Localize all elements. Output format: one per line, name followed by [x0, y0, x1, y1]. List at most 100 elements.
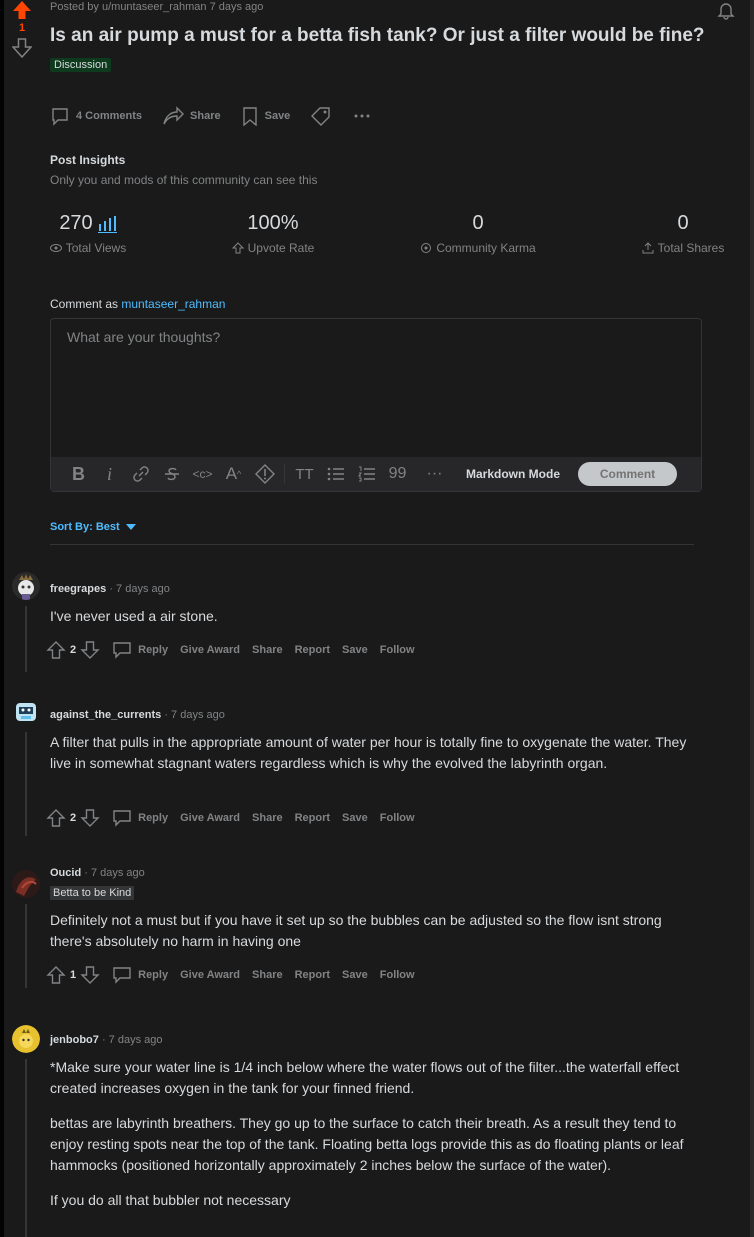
avatar[interactable] — [12, 572, 40, 600]
upvote-icon[interactable] — [46, 808, 66, 828]
bell-icon[interactable] — [716, 0, 736, 20]
vote-count: 2 — [70, 812, 77, 824]
post-actions: 4 Comments Share Save — [50, 106, 372, 126]
comment-time[interactable]: · 7 days ago — [164, 709, 225, 721]
sort-divider — [50, 544, 694, 545]
comment-username[interactable]: jenbobo7 — [50, 1034, 99, 1046]
save-button[interactable]: Save — [241, 106, 290, 126]
avatar[interactable] — [12, 1025, 40, 1053]
save-label: Save — [342, 644, 368, 656]
share-label: Share — [252, 644, 283, 656]
thread-line[interactable] — [25, 606, 27, 672]
stat-label: Total Shares — [657, 241, 725, 255]
give-award-button[interactable]: Give Award — [180, 812, 240, 824]
downvote-icon[interactable] — [80, 808, 100, 828]
comment-username[interactable]: against_the_currents — [50, 709, 161, 721]
reply-button[interactable]: Reply — [112, 966, 168, 984]
comment-header: jenbobo7 · 7 days ago — [50, 1034, 163, 1046]
reply-button[interactable]: Reply — [112, 809, 168, 827]
thread-line[interactable] — [25, 732, 27, 836]
comment-as-username[interactable]: muntaseer_rahman — [121, 297, 225, 311]
follow-button[interactable]: Follow — [380, 969, 415, 981]
comment-username[interactable]: Oucid — [50, 867, 81, 879]
give-award-button[interactable]: Give Award — [180, 969, 240, 981]
more-options-icon[interactable] — [352, 106, 372, 126]
share-button[interactable]: Share — [252, 812, 283, 824]
downvote-icon[interactable] — [80, 965, 100, 985]
save-button[interactable]: Save — [342, 812, 368, 824]
reply-label: Reply — [138, 644, 169, 656]
save-button[interactable]: Save — [342, 969, 368, 981]
give-award-label: Give Award — [180, 812, 241, 824]
reply-label: Reply — [138, 969, 169, 981]
comment-editor: B i <c> A^ TT 99 ··· Markdown Mode Comme… — [50, 318, 702, 492]
inline-code-icon[interactable]: <c> — [187, 467, 218, 481]
report-button[interactable]: Report — [295, 812, 330, 824]
comment-textarea[interactable] — [51, 319, 701, 457]
comments-button[interactable]: 4 Comments — [50, 106, 142, 126]
give-award-button[interactable]: Give Award — [180, 644, 240, 656]
comment-paragraph: bettas are labyrinth breathers. They go … — [50, 1115, 684, 1173]
save-button[interactable]: Save — [342, 644, 368, 656]
reply-icon — [113, 810, 131, 827]
scrollbar[interactable] — [750, 0, 754, 1237]
share-button[interactable]: Share — [252, 644, 283, 656]
comment-time[interactable]: · 7 days ago — [84, 867, 145, 879]
reply-icon — [113, 642, 131, 659]
share-button[interactable]: Share — [252, 969, 283, 981]
comment-submit-button[interactable]: Comment — [578, 462, 678, 486]
bold-icon[interactable]: B — [63, 464, 94, 485]
post-title[interactable]: Is an air pump a must for a betta fish t… — [50, 25, 705, 47]
report-button[interactable]: Report — [295, 969, 330, 981]
thread-line[interactable] — [25, 1059, 27, 1237]
spoiler-icon[interactable] — [249, 464, 280, 484]
follow-button[interactable]: Follow — [380, 812, 415, 824]
bulleted-list-icon[interactable] — [320, 466, 351, 482]
comment-time[interactable]: · 7 days ago — [109, 583, 170, 595]
stat-upvote-rate: 100% Upvote Rate — [228, 212, 318, 255]
give-award-label: Give Award — [180, 644, 241, 656]
numbered-list-icon[interactable] — [351, 466, 382, 482]
downvote-icon[interactable] — [80, 640, 100, 660]
give-award-label: Give Award — [180, 969, 241, 981]
report-button[interactable]: Report — [295, 644, 330, 656]
upvote-icon — [231, 242, 244, 254]
reply-button[interactable]: Reply — [112, 641, 168, 659]
comment-body: Definitely not a must but if you have it… — [50, 910, 700, 966]
upvote-icon[interactable] — [46, 640, 66, 660]
thread-line[interactable] — [25, 904, 27, 988]
downvote-arrow-icon[interactable] — [12, 38, 32, 58]
stat-value: 100% — [247, 212, 299, 234]
strikethrough-icon[interactable] — [156, 465, 187, 483]
follow-button[interactable]: Follow — [380, 644, 415, 656]
italic-icon[interactable]: i — [94, 464, 125, 485]
share-label: Share — [190, 110, 221, 122]
vote-count: 1 — [70, 969, 77, 981]
sort-dropdown[interactable]: Sort By: Best — [50, 521, 136, 533]
comment-header: Oucid · 7 days ago — [50, 867, 145, 879]
comment-username[interactable]: freegrapes — [50, 583, 106, 595]
comment-paragraph: If you do all that bubbler not necessary — [50, 1192, 291, 1208]
avatar[interactable] — [12, 870, 40, 898]
bar-chart-icon[interactable] — [97, 215, 117, 233]
upvote-icon[interactable] — [46, 965, 66, 985]
tag-icon[interactable] — [310, 106, 332, 126]
comment-body: I've never used a air stone. — [50, 606, 700, 641]
superscript-icon[interactable]: A ^ — [218, 464, 249, 484]
comment-time[interactable]: · 7 days ago — [102, 1034, 163, 1046]
link-icon[interactable] — [125, 465, 156, 483]
stat-value: 0 — [472, 212, 484, 234]
post-flair[interactable]: Discussion — [50, 58, 112, 72]
insights-subtitle: Only you and mods of this community can … — [50, 173, 318, 187]
avatar[interactable] — [12, 698, 40, 726]
heading-icon[interactable]: TT — [289, 466, 320, 483]
follow-label: Follow — [379, 812, 415, 824]
more-icon[interactable]: ··· — [419, 465, 450, 483]
share-label: Share — [252, 969, 283, 981]
comment-icon — [52, 108, 68, 126]
markdown-mode-button[interactable]: Markdown Mode — [466, 467, 560, 481]
upvote-arrow-icon[interactable] — [12, 0, 32, 20]
report-label: Report — [294, 969, 331, 981]
share-button[interactable]: Share — [162, 106, 221, 126]
quote-icon[interactable]: 99 — [382, 465, 413, 483]
